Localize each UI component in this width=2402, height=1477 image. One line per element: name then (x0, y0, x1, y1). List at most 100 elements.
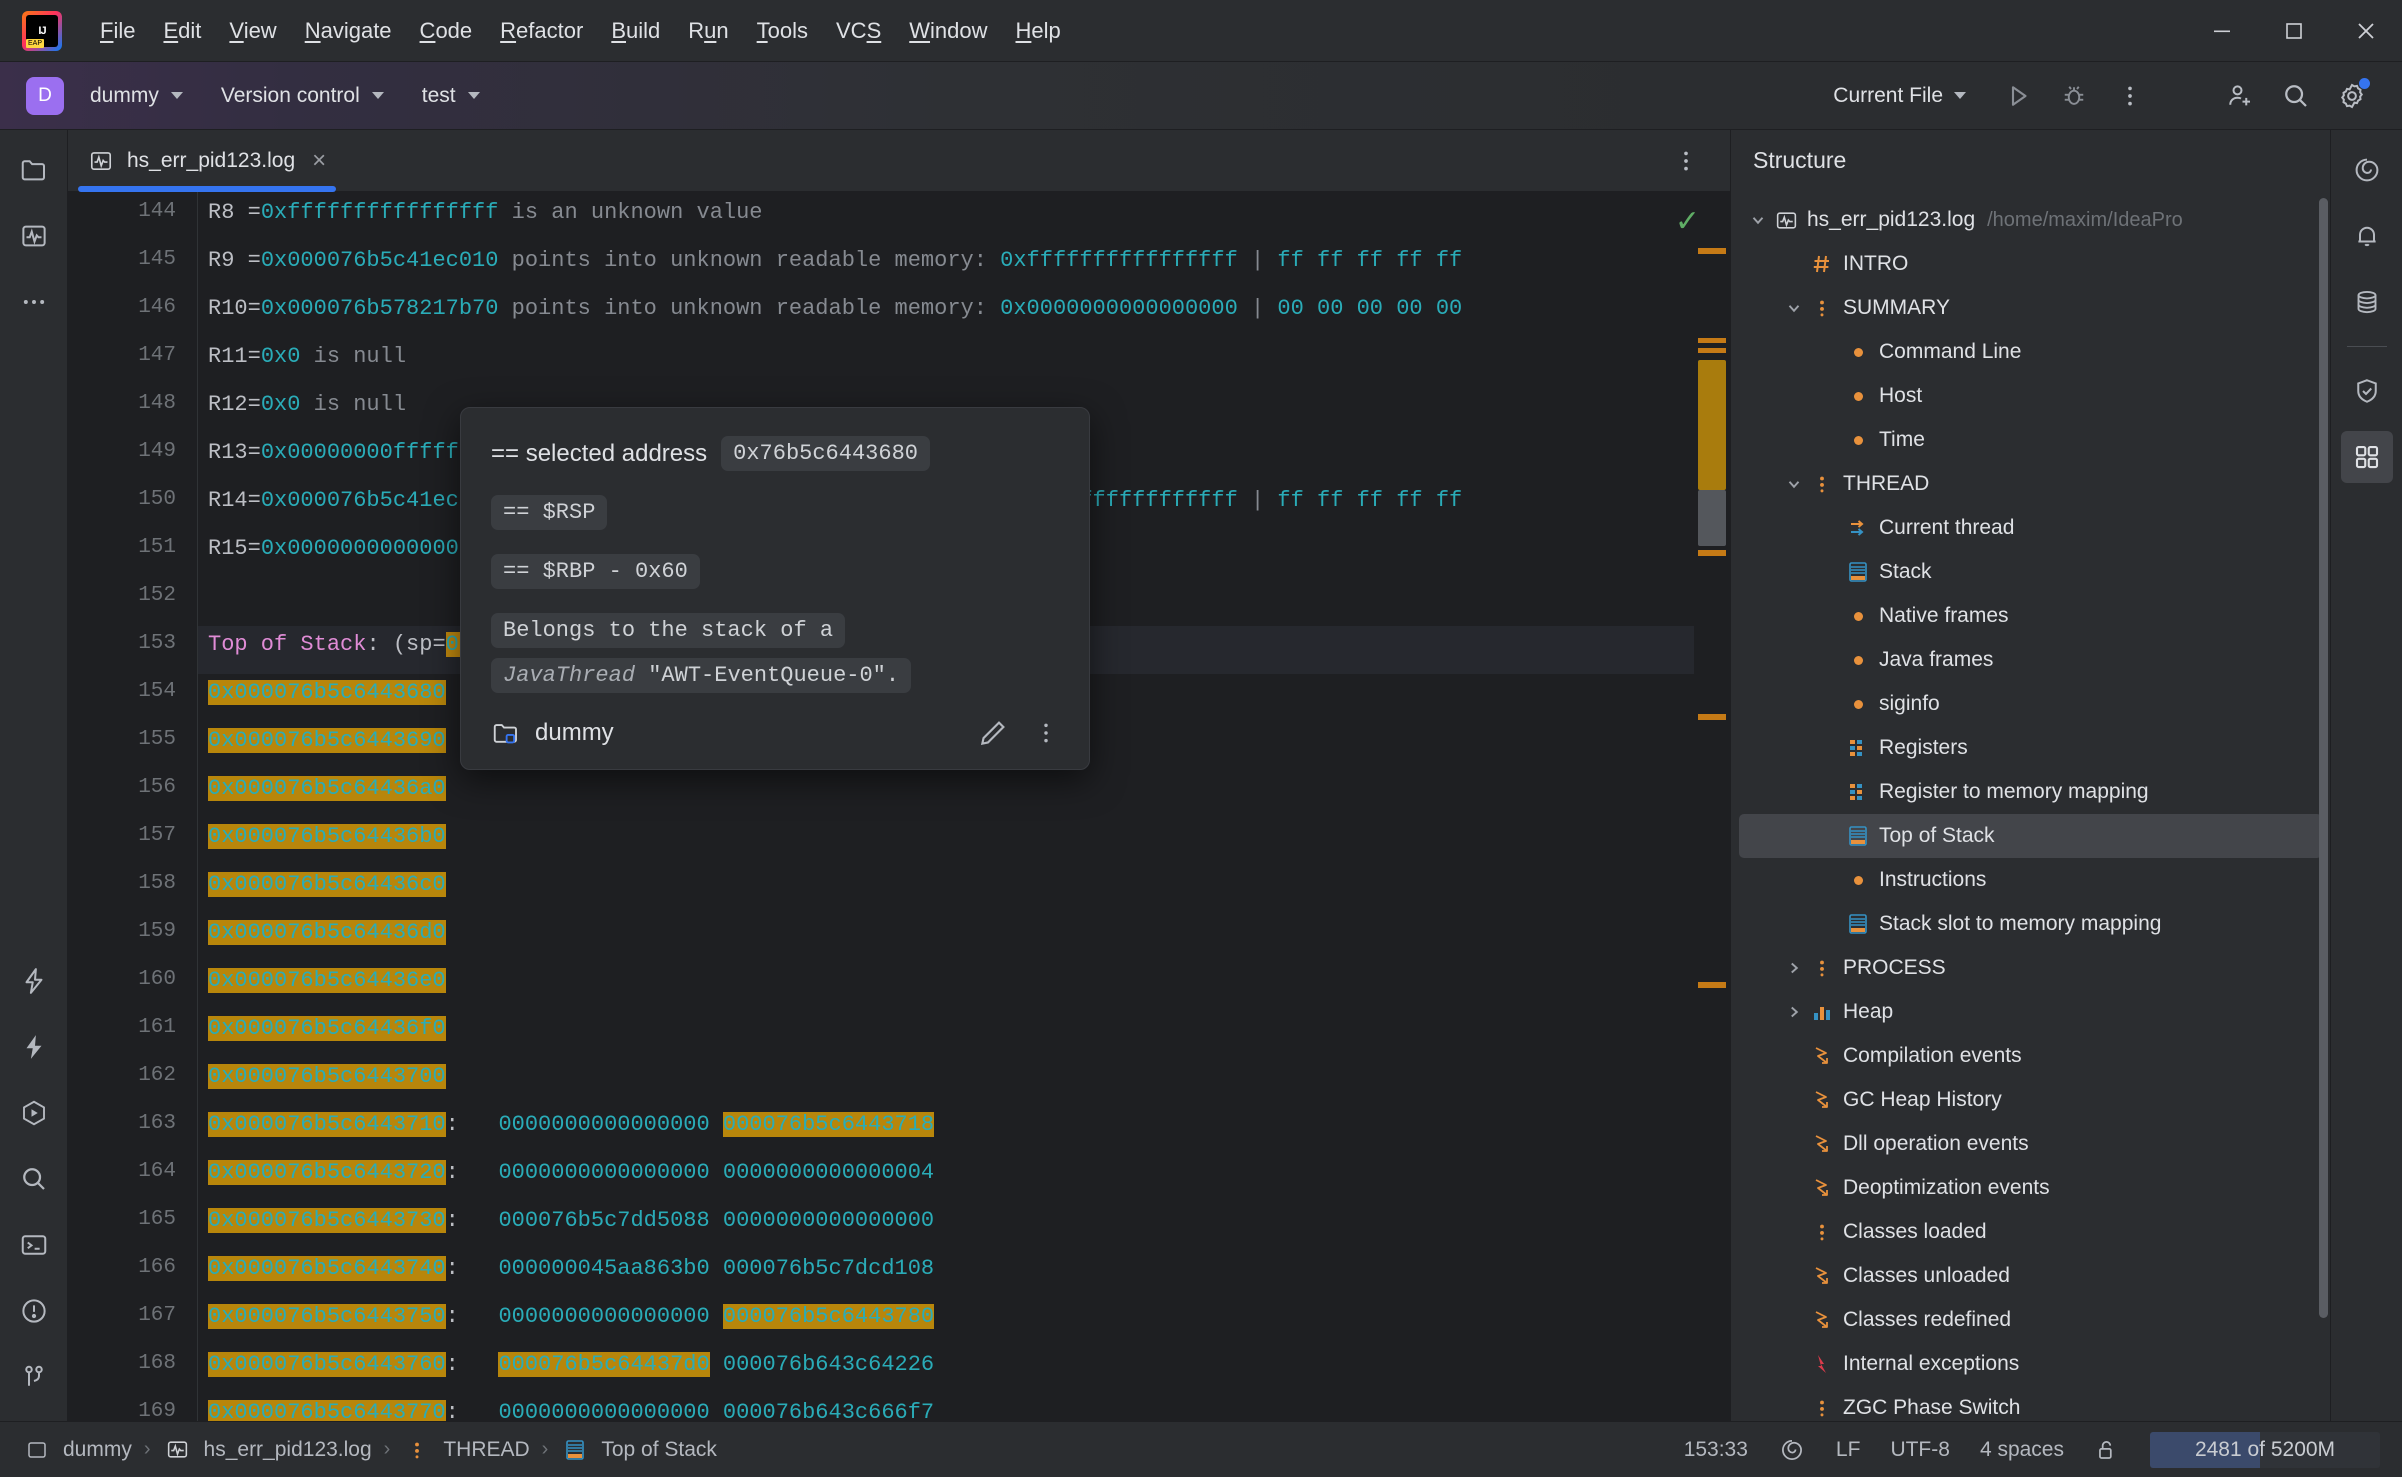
structure-item-classes-redefined[interactable]: Classes redefined (1739, 1298, 2322, 1342)
code-line[interactable]: 0x000076b5c64436f0 (208, 1016, 446, 1041)
structure-item-deoptimization-events[interactable]: Deoptimization events (1739, 1166, 2322, 1210)
code-line[interactable]: 0x000076b5c64436b0 (208, 824, 446, 849)
structure-item-hs-err-pid123-log[interactable]: hs_err_pid123.log/home/maxim/IdeaPro (1739, 198, 2322, 242)
breadcrumb-item-hs-err-pid123-log[interactable]: hs_err_pid123.log (163, 1437, 372, 1462)
close-button[interactable] (2330, 0, 2402, 62)
maximize-button[interactable] (2258, 0, 2330, 62)
structure-item-gc-heap-history[interactable]: GC Heap History (1739, 1078, 2322, 1122)
structure-item-process[interactable]: PROCESS (1739, 946, 2322, 990)
menu-file[interactable]: File (86, 14, 149, 48)
code-line[interactable]: 0x000076b5c6443770: 0000000000000000 000… (208, 1400, 934, 1421)
code-line[interactable]: 0x000076b5c64436e0 (208, 968, 446, 993)
code-line[interactable]: R12=0x0 is null (208, 392, 406, 417)
chevron-right-icon[interactable] (1781, 959, 1807, 977)
spiral-icon[interactable] (1778, 1436, 1806, 1464)
structure-item-host[interactable]: Host (1739, 374, 2322, 418)
code-line[interactable]: R8 =0xffffffffffffffff is an unknown val… (208, 200, 763, 225)
structure-scrollbar[interactable] (2319, 198, 2328, 1318)
structure-item-register-to-memory-mapping[interactable]: Register to memory mapping (1739, 770, 2322, 814)
log-analyzer-icon[interactable] (8, 210, 60, 262)
code-line[interactable]: 0x000076b5c6443710: 0000000000000000 000… (208, 1112, 935, 1137)
project-widget[interactable]: dummy (78, 78, 195, 114)
structure-item-classes-unloaded[interactable]: Classes unloaded (1739, 1254, 2322, 1298)
structure-item-heap[interactable]: Heap (1739, 990, 2322, 1034)
line-separator[interactable]: LF (1836, 1438, 1861, 1462)
menu-edit[interactable]: Edit (149, 14, 215, 48)
more-run-options-button[interactable] (2104, 70, 2156, 122)
structure-icon[interactable] (2340, 431, 2393, 483)
minimize-button[interactable] (2186, 0, 2258, 62)
code-line[interactable]: 0x000076b5c6443750: 0000000000000000 000… (208, 1304, 935, 1329)
structure-item-zgc-phase-switch[interactable]: ZGC Phase Switch (1739, 1386, 2322, 1421)
branch-widget[interactable]: test (410, 78, 492, 114)
close-icon[interactable]: × (312, 148, 326, 173)
menu-vcs[interactable]: VCS (822, 14, 895, 48)
structure-item-thread[interactable]: THREAD (1739, 462, 2322, 506)
breadcrumb-item-top-of-stack[interactable]: Top of Stack (560, 1438, 717, 1462)
code-line[interactable]: 0x000076b5c6443760: 000076b5c64437d0 000… (208, 1352, 934, 1377)
ai-assistant-icon[interactable] (8, 955, 60, 1007)
run-configuration-selector[interactable]: Current File (1821, 78, 1978, 114)
structure-item-compilation-events[interactable]: Compilation events (1739, 1034, 2322, 1078)
database-icon[interactable] (2341, 276, 2393, 328)
structure-item-registers[interactable]: Registers (1739, 726, 2322, 770)
structure-tree[interactable]: hs_err_pid123.log/home/maxim/IdeaPro INTR… (1731, 192, 2330, 1421)
menu-tools[interactable]: Tools (743, 14, 822, 48)
memory-indicator[interactable]: 2481 of 5200M (2150, 1431, 2380, 1468)
find-icon[interactable] (8, 1153, 60, 1205)
code-line[interactable]: R10=0x000076b578217b70 points into unkno… (208, 296, 1462, 321)
menu-navigate[interactable]: Navigate (291, 14, 406, 48)
build-icon[interactable] (8, 1021, 60, 1073)
code-line[interactable]: 0x000076b5c6443700 (208, 1064, 446, 1089)
vcs-widget[interactable]: Version control (209, 78, 396, 114)
menu-build[interactable]: Build (597, 14, 674, 48)
structure-item-top-of-stack[interactable]: Top of Stack (1739, 814, 2322, 858)
debug-button[interactable] (2048, 70, 2100, 122)
more-vertical-icon[interactable] (1033, 720, 1059, 746)
security-analysis-icon[interactable] (2341, 365, 2393, 417)
structure-item-internal-exceptions[interactable]: Internal exceptions (1739, 1342, 2322, 1386)
structure-item-java-frames[interactable]: Java frames (1739, 638, 2322, 682)
code-line[interactable]: 0x000076b5c6443680 (208, 680, 446, 705)
code-line[interactable]: 0x000076b5c6443740: 000000045aa863b0 000… (208, 1256, 934, 1281)
settings-button[interactable] (2326, 70, 2378, 122)
editor-scrollbar-markers[interactable]: ✓ (1675, 192, 1730, 1421)
editor-more-options-icon[interactable] (1660, 135, 1712, 187)
code-line[interactable]: 0x000076b5c64436a0 (208, 776, 446, 801)
menu-refactor[interactable]: Refactor (486, 14, 597, 48)
chevron-right-icon[interactable] (1781, 1003, 1807, 1021)
code-with-me-button[interactable] (2214, 70, 2266, 122)
menu-help[interactable]: Help (1002, 14, 1075, 48)
structure-item-time[interactable]: Time (1739, 418, 2322, 462)
chevron-down-icon[interactable] (1781, 475, 1807, 493)
structure-item-current-thread[interactable]: Current thread (1739, 506, 2322, 550)
structure-item-instructions[interactable]: Instructions (1739, 858, 2322, 902)
chevron-down-icon[interactable] (1781, 299, 1807, 317)
menu-code[interactable]: Code (406, 14, 487, 48)
project-badge[interactable]: D (26, 76, 64, 115)
code-line[interactable]: 0x000076b5c64436d0 (208, 920, 446, 945)
breadcrumb-item-thread[interactable]: THREAD (402, 1438, 530, 1462)
menu-run[interactable]: Run (674, 14, 742, 48)
inspection-status-icon[interactable]: ✓ (1675, 204, 1700, 239)
unlocked-icon[interactable] (2094, 1437, 2120, 1463)
pencil-icon[interactable] (977, 717, 1009, 749)
address-info-popup[interactable]: == selected address 0x76b5c6443680 == $R… (460, 407, 1090, 770)
search-everywhere-button[interactable] (2270, 70, 2322, 122)
structure-item-stack[interactable]: Stack (1739, 550, 2322, 594)
code-content[interactable]: R8 =0xffffffffffffffff is an unknown val… (198, 192, 1694, 1421)
project-icon[interactable] (8, 144, 60, 196)
code-line[interactable]: 0x000076b5c6443720: 0000000000000000 000… (208, 1160, 934, 1185)
structure-item-command-line[interactable]: Command Line (1739, 330, 2322, 374)
structure-item-dll-operation-events[interactable]: Dll operation events (1739, 1122, 2322, 1166)
editor-area[interactable]: 144 145 146 147 148 149 150 151 152 153 154 155 156 1… (68, 192, 1730, 1421)
run-tool-icon[interactable] (8, 1087, 60, 1139)
structure-item-native-frames[interactable]: Native frames (1739, 594, 2322, 638)
problems-icon[interactable] (8, 1285, 60, 1337)
structure-item-summary[interactable]: SUMMARY (1739, 286, 2322, 330)
terminal-icon[interactable] (8, 1219, 60, 1271)
code-line[interactable]: R11=0x0 is null (208, 344, 406, 369)
version-control-icon[interactable] (8, 1351, 60, 1403)
run-button[interactable] (1992, 70, 2044, 122)
structure-item-stack-slot-to-memory-mapping[interactable]: Stack slot to memory mapping (1739, 902, 2322, 946)
